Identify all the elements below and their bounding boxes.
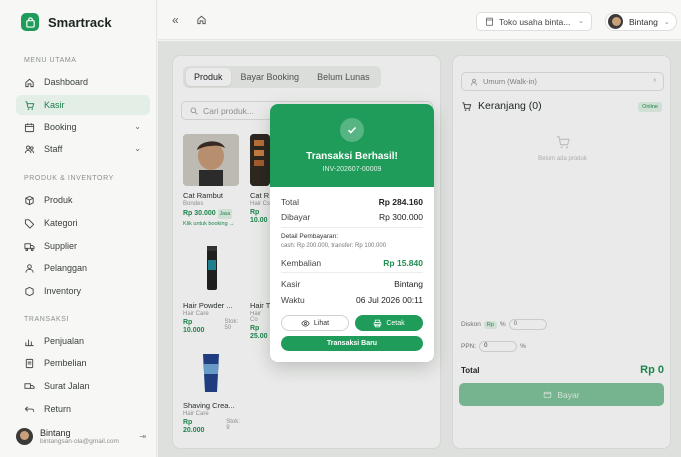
logout-icon[interactable]: ⇥ — [139, 432, 146, 441]
sidebar-item-inventory[interactable]: Inventory — [16, 281, 150, 301]
modal-title: Transaksi Berhasil! — [306, 151, 398, 162]
cashier-label: Kasir — [281, 279, 301, 289]
sidebar-item-label: Dashboard — [44, 77, 89, 87]
sidebar-item-staff[interactable]: Staff ⌄ — [16, 139, 150, 159]
sidebar-item-supplier[interactable]: Supplier — [16, 236, 150, 256]
store-select[interactable]: Toko usaha binta... ⌄ — [476, 12, 592, 31]
sidebar-item-label: Kategori — [44, 218, 78, 228]
section-product-title: PRODUK & INVENTORY — [24, 175, 114, 182]
change-label: Kembalian — [281, 258, 322, 268]
time-label: Waktu — [281, 295, 305, 305]
sidebar-item-surat-jalan[interactable]: Surat Jalan — [16, 376, 150, 396]
sidebar-item-label: Supplier — [44, 241, 78, 251]
sidebar-item-label: Produk — [44, 195, 73, 205]
total-value: Rp 284.160 — [378, 197, 423, 207]
customers-icon — [25, 263, 34, 273]
chevron-down-icon: ⌄ — [663, 18, 670, 26]
box-icon — [25, 195, 34, 205]
paid-label: Dibayar — [281, 212, 311, 222]
total-label: Total — [281, 197, 299, 207]
sidebar-item-dashboard[interactable]: Dashboard — [16, 72, 150, 92]
calendar-icon — [24, 122, 35, 132]
payment-detail-text: cash: Rp 200.000, transfer: Rp 100.000 — [281, 243, 387, 249]
app-name: Smartrack — [48, 14, 112, 30]
brand[interactable]: Smartrack — [21, 13, 112, 31]
cart-icon — [25, 100, 35, 110]
collapse-sidebar-icon[interactable]: « — [172, 13, 179, 27]
chart-icon — [25, 339, 34, 346]
paid-value: Rp 300.000 — [379, 212, 423, 222]
sidebar-item-pelanggan[interactable]: Pelanggan — [16, 258, 150, 278]
chevron-down-icon: ⌄ — [134, 122, 141, 131]
sidebar-item-label: Pembelian — [44, 358, 87, 368]
avatar — [608, 14, 623, 29]
users-icon — [24, 145, 35, 153]
total-row: Total Rp 284.160 — [281, 197, 423, 207]
avatar — [16, 428, 33, 445]
cashier-row: Kasir Bintang — [281, 279, 423, 289]
home-icon — [25, 78, 34, 87]
sidebar-item-kategori[interactable]: Kategori — [16, 213, 150, 233]
change-row: Kembalian Rp 15.840 — [281, 258, 423, 268]
delivery-icon — [24, 382, 35, 389]
inventory-icon — [25, 286, 34, 296]
sidebar-item-label: Booking — [44, 122, 77, 132]
return-icon — [24, 405, 35, 412]
sidebar-item-label: Surat Jalan — [44, 381, 90, 391]
eye-icon — [301, 319, 310, 327]
truck-icon — [24, 242, 35, 251]
chevron-down-icon: ⌄ — [134, 144, 141, 153]
print-button[interactable]: Cetak — [355, 315, 423, 331]
sidebar-item-label: Kasir — [44, 100, 65, 110]
modal-header: Transaksi Berhasil! INV-202607-00009 — [270, 104, 434, 187]
invoice-number: INV-202607-00009 — [322, 166, 382, 173]
sidebar-item-produk[interactable]: Produk — [16, 190, 150, 210]
check-icon — [340, 118, 364, 142]
sidebar-item-label: Pelanggan — [44, 263, 88, 273]
home-icon[interactable] — [196, 14, 207, 25]
sidebar-item-label: Penjualan — [44, 336, 85, 346]
view-button[interactable]: Lihat — [281, 315, 349, 331]
new-transaction-button[interactable]: Transaksi Baru — [281, 336, 423, 351]
section-main-title: MENU UTAMA — [24, 57, 77, 64]
sidebar-item-label: Staff — [44, 144, 63, 154]
sidebar-item-label: Inventory — [44, 286, 82, 296]
time-value: 06 Jul 2026 00:11 — [356, 295, 423, 305]
receipt-icon — [25, 358, 34, 368]
time-row: Waktu 06 Jul 2026 00:11 — [281, 295, 423, 305]
user-menu[interactable]: Bintang ⌄ — [605, 12, 677, 31]
store-name: Toko usaha binta... — [499, 16, 571, 27]
divider — [281, 272, 423, 273]
store-icon — [485, 17, 494, 26]
sidebar-item-return[interactable]: Return — [16, 399, 150, 419]
change-value: Rp 15.840 — [383, 258, 423, 268]
sidebar-user[interactable]: Bintang bintangsan·ola@gmail.com ⇥ — [16, 428, 150, 445]
success-modal: Transaksi Berhasil! INV-202607-00009 Tot… — [270, 104, 434, 362]
cashier-value: Bintang — [394, 279, 423, 289]
chevron-down-icon: ⌄ — [578, 18, 584, 25]
topbar: « Toko usaha binta... ⌄ Bintang ⌄ — [158, 0, 681, 40]
tag-icon — [24, 218, 35, 229]
divider — [281, 227, 423, 228]
sidebar: Smartrack MENU UTAMA Dashboard Kasir Boo… — [0, 0, 157, 457]
logo-icon — [21, 13, 39, 31]
paid-row: Dibayar Rp 300.000 — [281, 212, 423, 222]
section-transaction-title: TRANSAKSI — [24, 316, 70, 323]
user-email: bintangsan·ola@gmail.com — [40, 438, 119, 445]
user-name: Bintang — [40, 428, 71, 438]
sidebar-item-pembelian[interactable]: Pembelian — [16, 353, 150, 373]
sidebar-item-kasir[interactable]: Kasir — [16, 95, 150, 115]
user-menu-name: Bintang — [629, 16, 658, 27]
sidebar-item-label: Return — [44, 404, 72, 414]
payment-detail-title: Detail Pembayaran: — [281, 233, 339, 240]
sidebar-item-booking[interactable]: Booking ⌄ — [16, 117, 150, 137]
sidebar-item-penjualan[interactable]: Penjualan — [16, 331, 150, 351]
printer-icon — [374, 319, 382, 327]
